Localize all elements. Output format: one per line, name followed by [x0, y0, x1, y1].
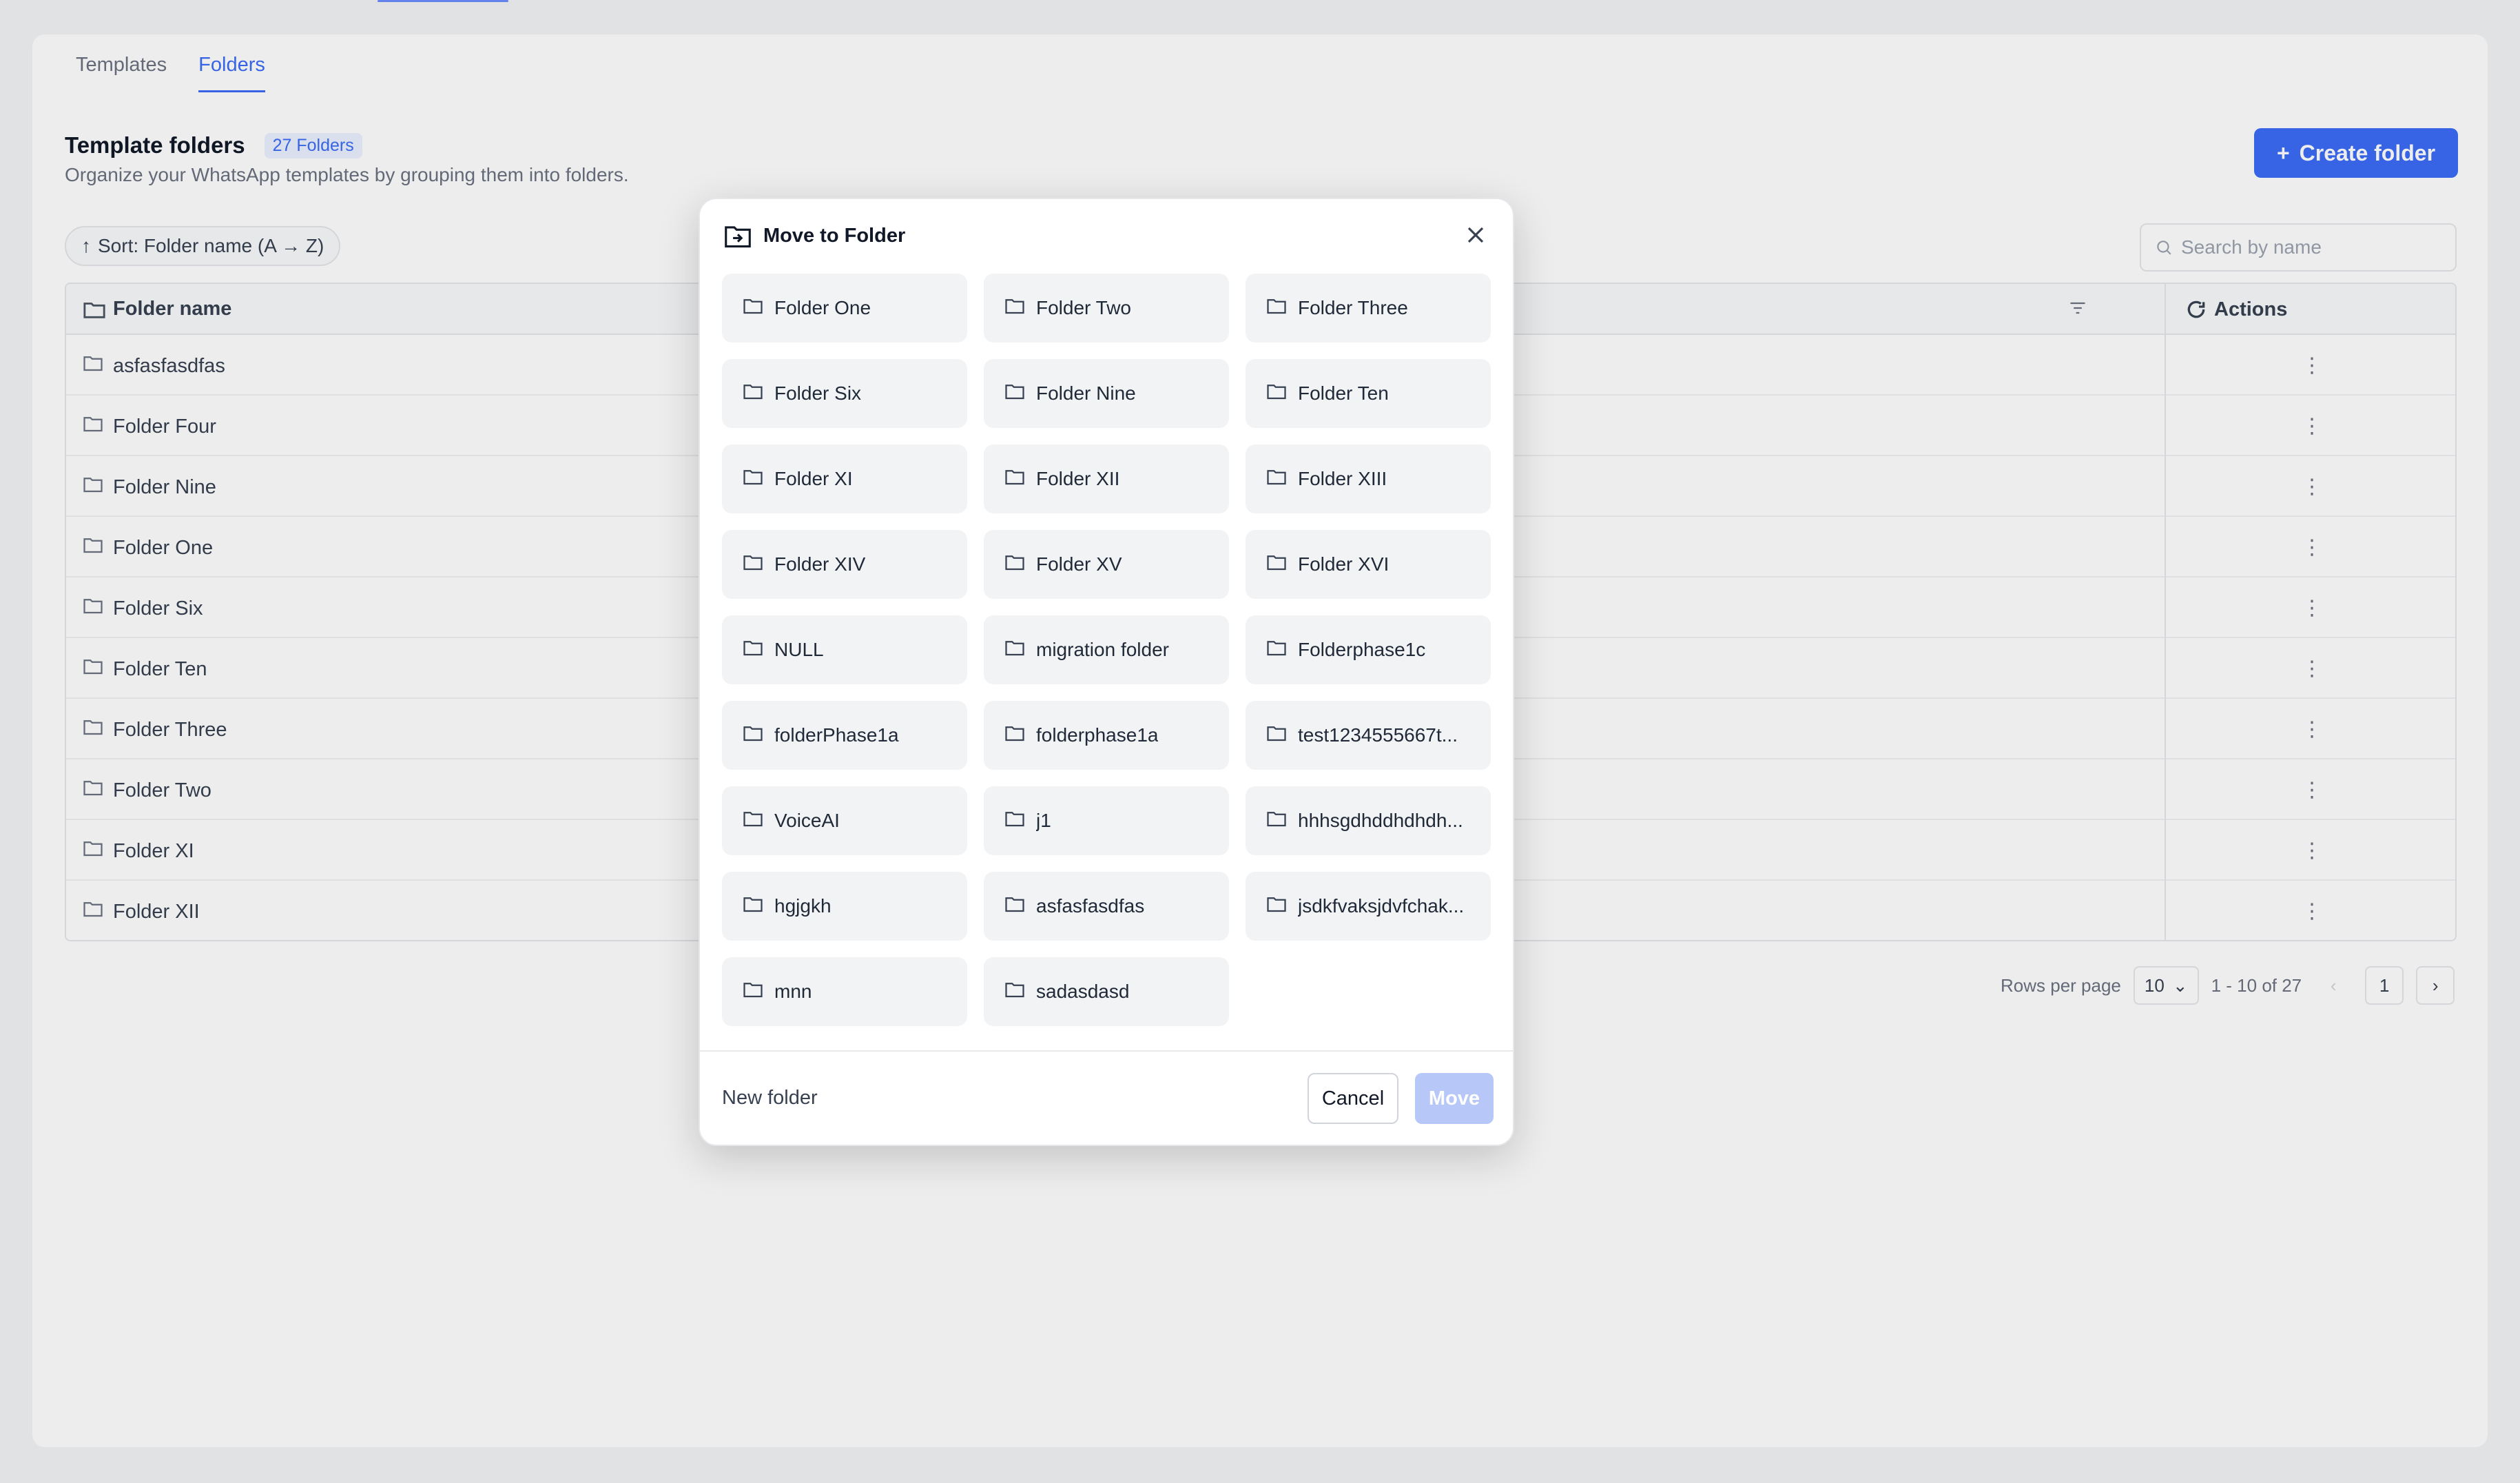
folder-icon: [743, 981, 763, 1003]
folder-option[interactable]: Folder XI: [722, 444, 967, 513]
folder-move-icon: [725, 226, 751, 248]
folder-option-label: Folder One: [774, 297, 871, 318]
new-folder-button[interactable]: New folder: [722, 1087, 818, 1109]
folder-option[interactable]: test1234555667t...: [1246, 701, 1491, 770]
folder-option-label: mnn: [774, 981, 812, 1002]
folder-option[interactable]: VoiceAI: [722, 786, 967, 855]
move-button[interactable]: Move: [1415, 1073, 1494, 1124]
folder-option[interactable]: migration folder: [984, 615, 1229, 684]
folder-icon: [1266, 382, 1287, 405]
folder-option[interactable]: folderphase1a: [984, 701, 1229, 770]
folder-option-label: j1: [1036, 810, 1051, 831]
folder-icon: [743, 724, 763, 747]
folder-option[interactable]: Folder Three: [1246, 274, 1491, 342]
folder-option[interactable]: Folderphase1c: [1246, 615, 1491, 684]
folder-icon: [1004, 639, 1025, 662]
folder-option-label: hgjgkh: [774, 895, 832, 917]
folder-icon: [1266, 724, 1287, 747]
folder-option-label: folderPhase1a: [774, 724, 899, 746]
folder-option[interactable]: Folder XVI: [1246, 530, 1491, 599]
folder-grid: Folder One Folder Two Folder Three Folder S…: [722, 274, 1491, 1026]
folder-option-label: sadasdasd: [1036, 981, 1130, 1002]
folder-option-label: Folder Two: [1036, 297, 1131, 318]
folder-option-label: Folder XII: [1036, 468, 1120, 489]
folder-option-label: asfasfasdfas: [1036, 895, 1145, 917]
folder-option-label: VoiceAI: [774, 810, 840, 831]
folder-option-label: Folder XI: [774, 468, 853, 489]
folder-option[interactable]: folderPhase1a: [722, 701, 967, 770]
folder-icon: [743, 382, 763, 405]
close-button[interactable]: [1459, 218, 1492, 252]
folder-option[interactable]: Folder Ten: [1246, 359, 1491, 428]
folder-option-label: Folder XV: [1036, 553, 1122, 575]
folder-option[interactable]: Folder One: [722, 274, 967, 342]
dialog-title: Move to Folder: [763, 224, 906, 247]
folder-option-label: folderphase1a: [1036, 724, 1159, 746]
close-icon: [1467, 227, 1484, 243]
folder-option[interactable]: j1: [984, 786, 1229, 855]
folder-option-label: Folder Six: [774, 382, 862, 404]
folder-option[interactable]: Folder Two: [984, 274, 1229, 342]
divider: [700, 1050, 1513, 1052]
folder-option-label: jsdkfvaksjdvfchak...: [1298, 895, 1465, 917]
folder-icon: [1266, 553, 1287, 576]
folder-option-label: Folder Three: [1298, 297, 1408, 318]
folder-icon: [1004, 981, 1025, 1003]
folder-icon: [1266, 468, 1287, 491]
folder-option-label: Folder Nine: [1036, 382, 1136, 404]
folder-option[interactable]: jsdkfvaksjdvfchak...: [1246, 872, 1491, 941]
folder-icon: [743, 895, 763, 918]
folder-option[interactable]: asfasfasdfas: [984, 872, 1229, 941]
folder-icon: [1266, 297, 1287, 320]
folder-option-label: Folder XIV: [774, 553, 866, 575]
folder-option[interactable]: Folder XII: [984, 444, 1229, 513]
folder-option[interactable]: Folder XIV: [722, 530, 967, 599]
folder-icon: [743, 468, 763, 491]
folder-option-label: Folder Ten: [1298, 382, 1389, 404]
folder-icon: [743, 553, 763, 576]
folder-icon: [1266, 810, 1287, 832]
folder-option[interactable]: hgjgkh: [722, 872, 967, 941]
folder-option[interactable]: mnn: [722, 957, 967, 1026]
folder-icon: [1004, 468, 1025, 491]
folder-option-label: Folder XIII: [1298, 468, 1387, 489]
folder-icon: [1004, 724, 1025, 747]
dialog-header: Move to Folder: [723, 223, 905, 249]
move-to-folder-dialog: Move to Folder Folder One Folder Two Folde…: [699, 198, 1514, 1146]
folder-option[interactable]: sadasdasd: [984, 957, 1229, 1026]
folder-option[interactable]: Folder XIII: [1246, 444, 1491, 513]
folder-icon: [1266, 639, 1287, 662]
folder-icon: [1004, 382, 1025, 405]
folder-option[interactable]: Folder Six: [722, 359, 967, 428]
cancel-button[interactable]: Cancel: [1308, 1073, 1398, 1124]
folder-icon: [743, 297, 763, 320]
folder-icon: [743, 810, 763, 832]
folder-icon: [1266, 895, 1287, 918]
folder-option-label: migration folder: [1036, 639, 1169, 660]
folder-option-label: NULL: [774, 639, 824, 660]
folder-option-label: Folderphase1c: [1298, 639, 1426, 660]
folder-option[interactable]: NULL: [722, 615, 967, 684]
folder-icon: [743, 639, 763, 662]
folder-option[interactable]: Folder XV: [984, 530, 1229, 599]
folder-option[interactable]: hhhsgdhddhdhdh...: [1246, 786, 1491, 855]
folder-icon: [1004, 553, 1025, 576]
folder-icon: [1004, 297, 1025, 320]
folder-icon: [1004, 895, 1025, 918]
folder-option-label: test1234555667t...: [1298, 724, 1458, 746]
folder-option[interactable]: Folder Nine: [984, 359, 1229, 428]
folder-option-label: Folder XVI: [1298, 553, 1390, 575]
folder-option-label: hhhsgdhddhdhdh...: [1298, 810, 1463, 831]
folder-icon: [1004, 810, 1025, 832]
